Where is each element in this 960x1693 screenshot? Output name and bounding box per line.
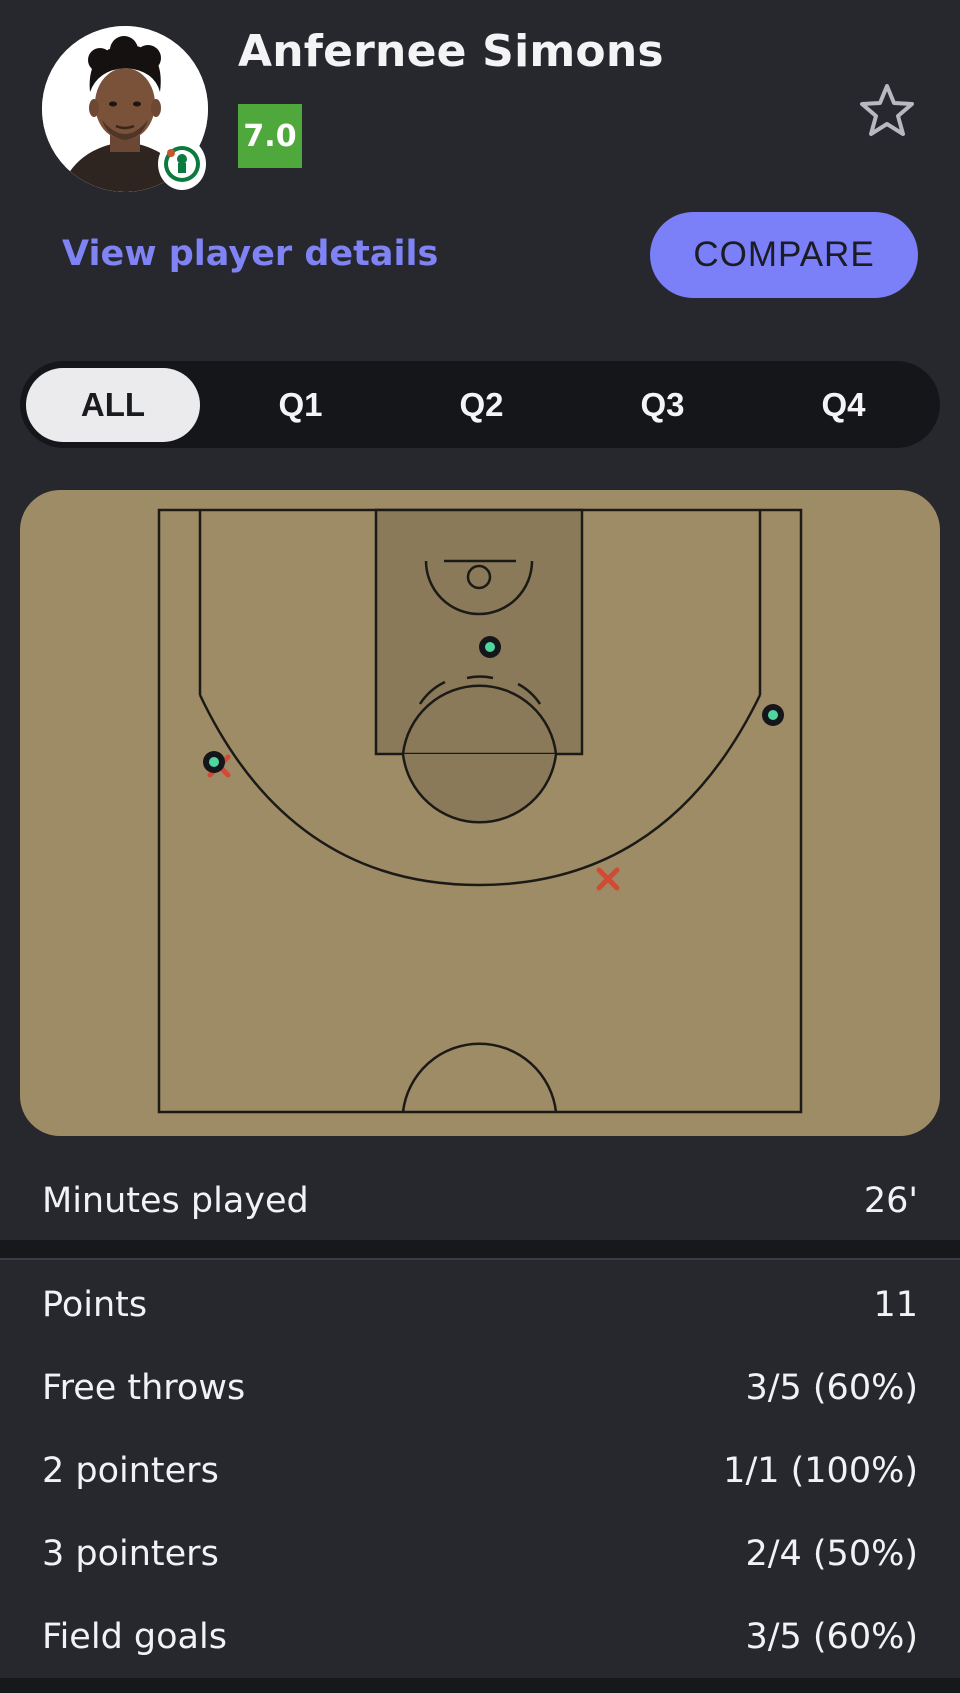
- tab-all[interactable]: ALL: [26, 367, 200, 442]
- stat-row: 3 pointers 2/4 (50%): [0, 1519, 960, 1589]
- stat-row: 2 pointers 1/1 (100%): [0, 1436, 960, 1506]
- stat-row: Points 11: [0, 1270, 960, 1340]
- stat-label-field-goals: Field goals: [42, 1617, 227, 1657]
- restricted-arc-top: [466, 675, 494, 680]
- basketball-court: [157, 508, 803, 1114]
- section-divider: [0, 1240, 960, 1260]
- tab-q3[interactable]: Q3: [572, 368, 753, 442]
- stat-label-3-pointers: 3 pointers: [42, 1534, 219, 1574]
- stat-label-2-pointers: 2 pointers: [42, 1451, 219, 1491]
- star-outline-icon[interactable]: [858, 82, 916, 138]
- minutes-played-label: Minutes played: [42, 1181, 309, 1221]
- tab-q2[interactable]: Q2: [391, 368, 572, 442]
- compare-button[interactable]: COMPARE: [650, 212, 918, 298]
- shot-chart: [20, 490, 940, 1136]
- stat-label-points: Points: [42, 1285, 148, 1325]
- tab-q4[interactable]: Q4: [753, 368, 934, 442]
- court-paint: [374, 508, 584, 756]
- bottom-bar: [0, 1678, 960, 1693]
- stat-row: Field goals 3/5 (60%): [0, 1602, 960, 1672]
- stat-value-free-throws: 3/5 (60%): [745, 1368, 918, 1408]
- stat-value-points: 11: [873, 1285, 918, 1325]
- made-shot-marker: [203, 751, 225, 773]
- center-circle: [401, 1042, 558, 1113]
- team-logo-icon: [158, 138, 206, 190]
- stat-row: Free throws 3/5 (60%): [0, 1353, 960, 1423]
- player-rating-badge: 7.0: [238, 104, 302, 168]
- made-shot-marker: [479, 636, 501, 658]
- minutes-played-row: Minutes played 26': [0, 1166, 960, 1236]
- free-throw-circle-lower: [401, 753, 558, 824]
- period-tab-bar: ALL Q1 Q2 Q3 Q4: [20, 361, 940, 448]
- section-divider-line: [0, 1258, 960, 1260]
- minutes-played-value: 26': [863, 1181, 918, 1221]
- stat-value-field-goals: 3/5 (60%): [745, 1617, 918, 1657]
- view-player-details-link[interactable]: View player details: [62, 234, 438, 274]
- stat-value-3-pointers: 2/4 (50%): [745, 1534, 918, 1574]
- stat-label-free-throws: Free throws: [42, 1368, 246, 1408]
- tab-q1[interactable]: Q1: [210, 368, 391, 442]
- player-name: Anfernee Simons: [238, 26, 664, 77]
- missed-shot-marker: [596, 867, 620, 891]
- player-header: Anfernee Simons 7.0: [0, 0, 960, 200]
- made-shot-marker: [762, 704, 784, 726]
- stat-value-2-pointers: 1/1 (100%): [723, 1451, 918, 1491]
